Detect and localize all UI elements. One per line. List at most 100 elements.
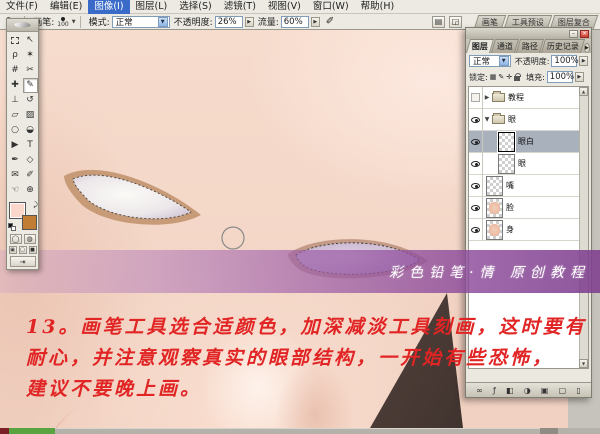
visibility-toggle[interactable]	[469, 174, 483, 197]
rectangular-marquee-tool[interactable]	[8, 33, 23, 48]
strip-maroon	[0, 428, 9, 434]
zoom-tool[interactable]: ⊕	[23, 183, 38, 198]
palette-titlebar[interactable]: – ×	[466, 28, 591, 39]
visibility-toggle[interactable]	[469, 130, 483, 153]
layer-row-group[interactable]: ▶ 教程	[469, 87, 588, 109]
standard-screen-button[interactable]: ▣	[8, 246, 17, 254]
link-layers-icon[interactable]: ∞	[476, 386, 483, 395]
visibility-toggle[interactable]	[469, 108, 483, 131]
standard-mode-button[interactable]: ◯	[9, 234, 22, 244]
swap-colors-icon[interactable]: ⤸	[33, 201, 37, 210]
tab-layers[interactable]: 图层	[465, 39, 495, 53]
menu-window[interactable]: 窗口(W)	[307, 0, 355, 14]
adjustment-layer-icon[interactable]: ◑	[524, 386, 531, 395]
layer-opacity-slider-button[interactable]: ▶	[579, 56, 588, 66]
new-group-icon[interactable]: ▣	[541, 386, 549, 395]
flow-input[interactable]: 60%	[280, 15, 309, 28]
default-colors-button[interactable]	[7, 223, 16, 231]
flow-slider-button[interactable]: ▶	[310, 16, 320, 27]
menu-layer[interactable]: 图层(L)	[130, 0, 174, 14]
new-layer-icon[interactable]: ▢	[559, 386, 567, 395]
palette-menu-icon[interactable]: ▶	[584, 43, 590, 53]
expand-icon[interactable]: ▶	[483, 94, 491, 101]
menu-edit[interactable]: 编辑(E)	[44, 0, 88, 14]
layer-thumbnail[interactable]	[498, 131, 515, 152]
opacity-input[interactable]: 26%	[214, 15, 243, 28]
brush-tool[interactable]: ✎	[22, 78, 38, 93]
lock-all-icon[interactable]	[514, 73, 522, 81]
collapse-icon[interactable]: ▼	[483, 116, 491, 123]
chevron-down-icon[interactable]: ▼	[72, 19, 76, 25]
visibility-toggle[interactable]	[469, 196, 483, 219]
menu-file[interactable]: 文件(F)	[0, 0, 44, 14]
layer-blend-mode-select[interactable]: 正常 ▼	[469, 55, 511, 67]
tab-channels[interactable]: 通道	[490, 39, 520, 53]
layer-row[interactable]: 眼	[469, 152, 588, 175]
scrollbar[interactable]: ▲ ▼	[579, 87, 588, 368]
gradient-tool[interactable]: ▨	[23, 108, 38, 123]
visibility-toggle[interactable]	[469, 152, 483, 175]
edit-in-imageready-button[interactable]: ⇥	[9, 256, 36, 267]
background-color-swatch[interactable]	[21, 215, 37, 230]
menu-select[interactable]: 选择(S)	[173, 0, 217, 14]
brush-preset-picker[interactable]: 100	[57, 16, 69, 27]
layer-row[interactable]: 眼白	[469, 130, 588, 153]
opacity-slider-button[interactable]: ▶	[244, 16, 254, 27]
menu-help[interactable]: 帮助(H)	[355, 0, 401, 14]
tab-paths[interactable]: 路径	[515, 39, 545, 53]
layer-thumbnail[interactable]	[486, 175, 503, 196]
magic-wand-tool[interactable]: ✶	[23, 48, 38, 63]
pen-tool[interactable]: ✒	[8, 153, 23, 168]
fill-input[interactable]: 100%	[546, 71, 574, 83]
menu-view[interactable]: 视图(V)	[262, 0, 307, 14]
layer-thumbnail[interactable]	[486, 219, 503, 240]
shape-tool[interactable]: ◇	[23, 153, 38, 168]
crop-tool[interactable]: #	[8, 63, 23, 78]
layer-style-icon[interactable]: ƒ	[493, 386, 496, 395]
tab-history[interactable]: 历史记录	[540, 39, 586, 53]
full-screen-menubar-button[interactable]: ▢	[18, 246, 27, 254]
path-selection-tool[interactable]: ▶	[8, 138, 23, 153]
scroll-down-icon[interactable]: ▼	[579, 359, 588, 368]
toolbox-titlebar[interactable]	[7, 18, 38, 32]
eraser-tool[interactable]: ▱	[8, 108, 23, 123]
layer-row[interactable]: 身	[469, 218, 588, 241]
layer-thumbnail[interactable]	[486, 197, 503, 218]
fill-slider-button[interactable]: ▶	[574, 72, 584, 82]
type-tool[interactable]: T	[23, 138, 38, 153]
dodge-tool[interactable]: ◒	[23, 123, 38, 138]
lasso-tool[interactable]: ρ	[8, 48, 23, 63]
history-brush-tool[interactable]: ↺	[23, 93, 38, 108]
notes-tool[interactable]: ✉	[8, 168, 23, 183]
lock-position-icon[interactable]: ✛	[506, 73, 512, 81]
clone-stamp-tool[interactable]: ⊥	[8, 93, 23, 108]
hand-tool[interactable]: ☜	[8, 183, 23, 198]
menu-filter[interactable]: 滤镜(T)	[218, 0, 262, 14]
slice-tool[interactable]: ✂	[23, 63, 38, 78]
visibility-toggle[interactable]	[469, 218, 483, 241]
blur-tool[interactable]: ○	[8, 123, 23, 138]
brushes-palette-button[interactable]: ◲	[449, 15, 462, 28]
healing-brush-tool[interactable]: ✚	[8, 78, 23, 93]
delete-layer-icon[interactable]: ▯	[576, 386, 580, 395]
layer-row[interactable]: 嘴	[469, 174, 588, 197]
layer-row-group[interactable]: ▼ 眼	[469, 108, 588, 131]
eyedropper-tool[interactable]: ✐	[23, 168, 38, 183]
lock-paint-icon[interactable]: ✎	[498, 73, 504, 81]
layer-mask-icon[interactable]: ◧	[506, 386, 514, 395]
layer-opacity-input[interactable]: 100%	[551, 55, 579, 67]
close-icon[interactable]: ×	[580, 29, 589, 38]
blend-mode-select[interactable]: 正常 ▼	[111, 15, 170, 28]
scroll-up-icon[interactable]: ▲	[579, 87, 588, 96]
move-tool[interactable]: ↖	[23, 33, 38, 48]
menu-image[interactable]: 图像(I)	[88, 0, 130, 14]
layer-row[interactable]: 脸	[469, 196, 588, 219]
airbrush-toggle-icon[interactable]: ✐	[326, 16, 334, 27]
quick-mask-mode-button[interactable]: ◍	[23, 234, 36, 244]
full-screen-button[interactable]: ■	[28, 246, 37, 254]
layer-thumbnail[interactable]	[498, 153, 515, 174]
lock-transparency-icon[interactable]: ▦	[490, 73, 497, 81]
visibility-toggle[interactable]	[469, 87, 483, 109]
file-browser-button[interactable]: ▤	[432, 15, 445, 28]
minimize-button[interactable]: –	[569, 29, 578, 38]
